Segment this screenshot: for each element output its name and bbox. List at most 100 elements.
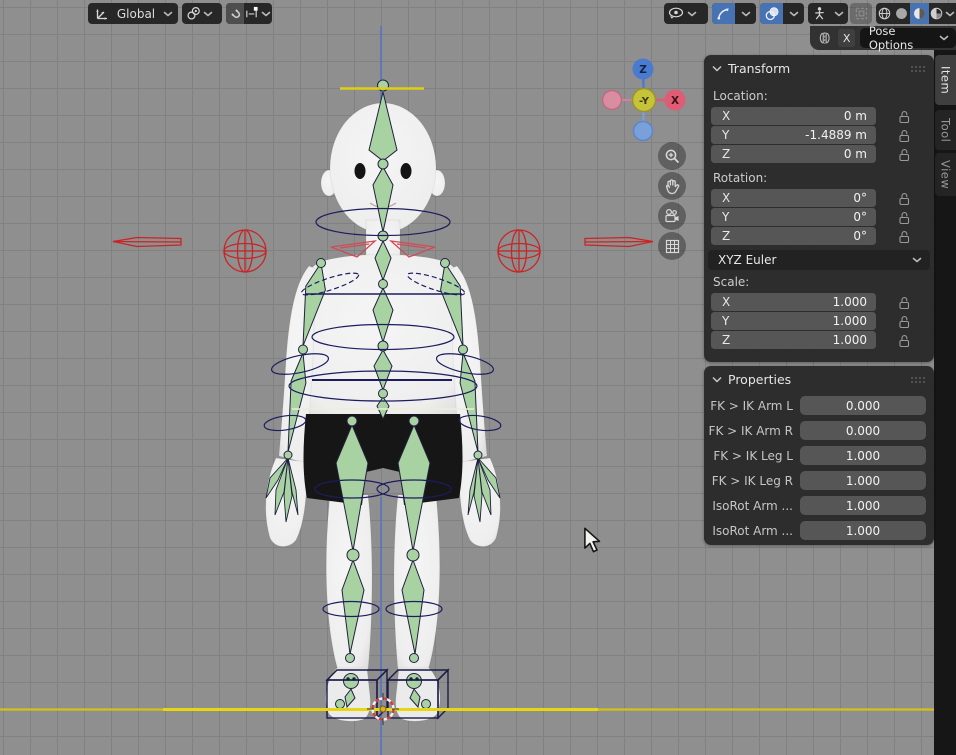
field-axis: Z [722,333,730,347]
lock-scale-x-icon[interactable] [898,296,911,310]
panel-drag-grip[interactable] [910,65,926,73]
location-z-field[interactable]: Z 0 m [711,145,876,163]
view-navigation-gizmo[interactable]: Z X -Y [600,56,690,146]
prop-field-fkik-leg-r[interactable]: 1.000 [800,471,926,490]
prop-field-fkik-arm-r[interactable]: 0.000 [800,421,926,440]
rotation-x-field[interactable]: X 0° [711,189,876,207]
visibility-eye-icon [666,6,686,22]
gizmo-neg-x-ball[interactable] [603,91,622,110]
transform-panel-title: Transform [728,61,790,76]
panel-drag-grip[interactable] [910,376,926,384]
field-axis: Y [722,314,729,328]
panel-collapse-icon [712,65,722,72]
lock-scale-z-icon[interactable] [898,334,911,348]
overlays-group[interactable] [760,3,804,24]
transform-orientation-dropdown[interactable]: Global [88,3,178,24]
location-y-field[interactable]: Y -1.4889 m [711,126,876,144]
field-value: 0 m [844,109,867,123]
orthographic-grid-button[interactable] [658,232,686,260]
lock-location-y-icon[interactable] [898,129,911,143]
shading-modes-group[interactable] [876,3,956,24]
prop-field-fkik-arm-l[interactable]: 0.000 [800,396,926,415]
lock-rotation-y-icon[interactable] [898,211,911,225]
eye-left [355,163,366,179]
pose-xray-toggle[interactable] [808,3,830,24]
ik-sphere-left [224,230,266,272]
shading-rendered-button[interactable] [929,3,944,24]
show-gizmos-toggle[interactable] [712,3,735,24]
lock-rotation-z-icon[interactable] [898,230,911,244]
gizmo-neg-y-label: -Y [639,96,650,107]
object-visibility-dropdown[interactable] [664,3,708,24]
snap-group[interactable] [226,3,272,24]
chevron-down-icon [162,10,174,18]
camera-view-button[interactable] [658,202,686,230]
lock-scale-y-icon[interactable] [898,315,911,329]
rotation-z-field[interactable]: Z 0° [711,227,876,245]
location-x-field[interactable]: X 0 m [711,107,876,125]
ik-pole-right [585,238,653,247]
render-region-button[interactable] [850,3,872,24]
field-value: 0° [853,229,867,243]
transform-panel-header[interactable]: Transform [704,55,934,80]
chevron-down-icon [944,10,956,18]
lock-rotation-x-icon[interactable] [898,192,911,206]
gizmos-dropdown[interactable] [735,3,756,24]
chevron-down-icon [260,10,272,18]
panel-collapse-icon [712,376,722,383]
field-value: 1.000 [833,314,867,328]
xray-group[interactable] [808,3,848,24]
prop-label-fkik-leg-r: FK > IK Leg R [707,474,793,488]
prop-field-isorot-arm-2[interactable]: 1.000 [800,521,926,540]
tool-settings-bar: X Pose Options [810,26,956,50]
shorts [304,414,463,505]
lock-location-x-icon[interactable] [898,110,911,124]
scale-y-field[interactable]: Y 1.000 [711,312,876,330]
shading-material-button[interactable] [910,3,929,24]
orientation-label: Global [117,7,155,21]
tab-view[interactable]: View [935,153,956,196]
prop-value: 0.000 [846,424,880,438]
xray-dropdown[interactable] [830,3,848,24]
snap-target-dropdown[interactable] [244,3,272,24]
zoom-button[interactable] [658,142,686,170]
rotation-mode-dropdown[interactable]: XYZ Euler [708,250,930,270]
tab-item[interactable]: Item [935,55,956,105]
gizmo-neg-z-ball[interactable] [634,122,653,141]
shading-wireframe-button[interactable] [876,3,893,24]
tab-tool[interactable]: Tool [935,110,956,150]
gizmo-arc-arrow-icon [716,6,731,21]
field-axis: Z [722,147,730,161]
prop-field-fkik-leg-l[interactable]: 1.000 [800,446,926,465]
wireframe-globe-icon [877,6,892,21]
prop-value: 0.000 [846,399,880,413]
overlays-circles-icon [764,6,780,22]
orientation-axes-icon [94,6,110,22]
properties-panel-header[interactable]: Properties [704,366,934,391]
armature-bones[interactable] [266,80,500,709]
pan-button[interactable] [658,172,686,200]
field-value: -1.4889 m [805,128,867,142]
chevron-down-icon [740,10,752,18]
scale-z-field[interactable]: Z 1.000 [711,331,876,349]
gizmos-group[interactable] [712,3,756,24]
chevron-down-icon [202,10,214,18]
shading-solid-button[interactable] [893,3,910,24]
rotation-mode-value: XYZ Euler [718,253,776,267]
prop-label-fkik-arm-l: FK > IK Arm L [707,399,793,413]
lock-location-z-icon[interactable] [898,148,911,162]
overlays-dropdown[interactable] [783,3,804,24]
rotation-y-field[interactable]: Y 0° [711,208,876,226]
show-overlays-toggle[interactable] [760,3,783,24]
snap-toggle-button[interactable] [226,3,244,24]
field-value: 0° [853,210,867,224]
pose-options-dropdown[interactable]: Pose Options [860,28,956,48]
mirror-x-button[interactable]: X [838,29,854,47]
scale-x-field[interactable]: X 1.000 [711,293,876,311]
cursor-3d [367,693,399,725]
field-value: 0° [853,191,867,205]
pivot-point-dropdown[interactable] [182,3,222,24]
prop-value: 1.000 [846,499,880,513]
stick-figure-icon [812,6,827,21]
prop-field-isorot-arm-1[interactable]: 1.000 [800,496,926,515]
